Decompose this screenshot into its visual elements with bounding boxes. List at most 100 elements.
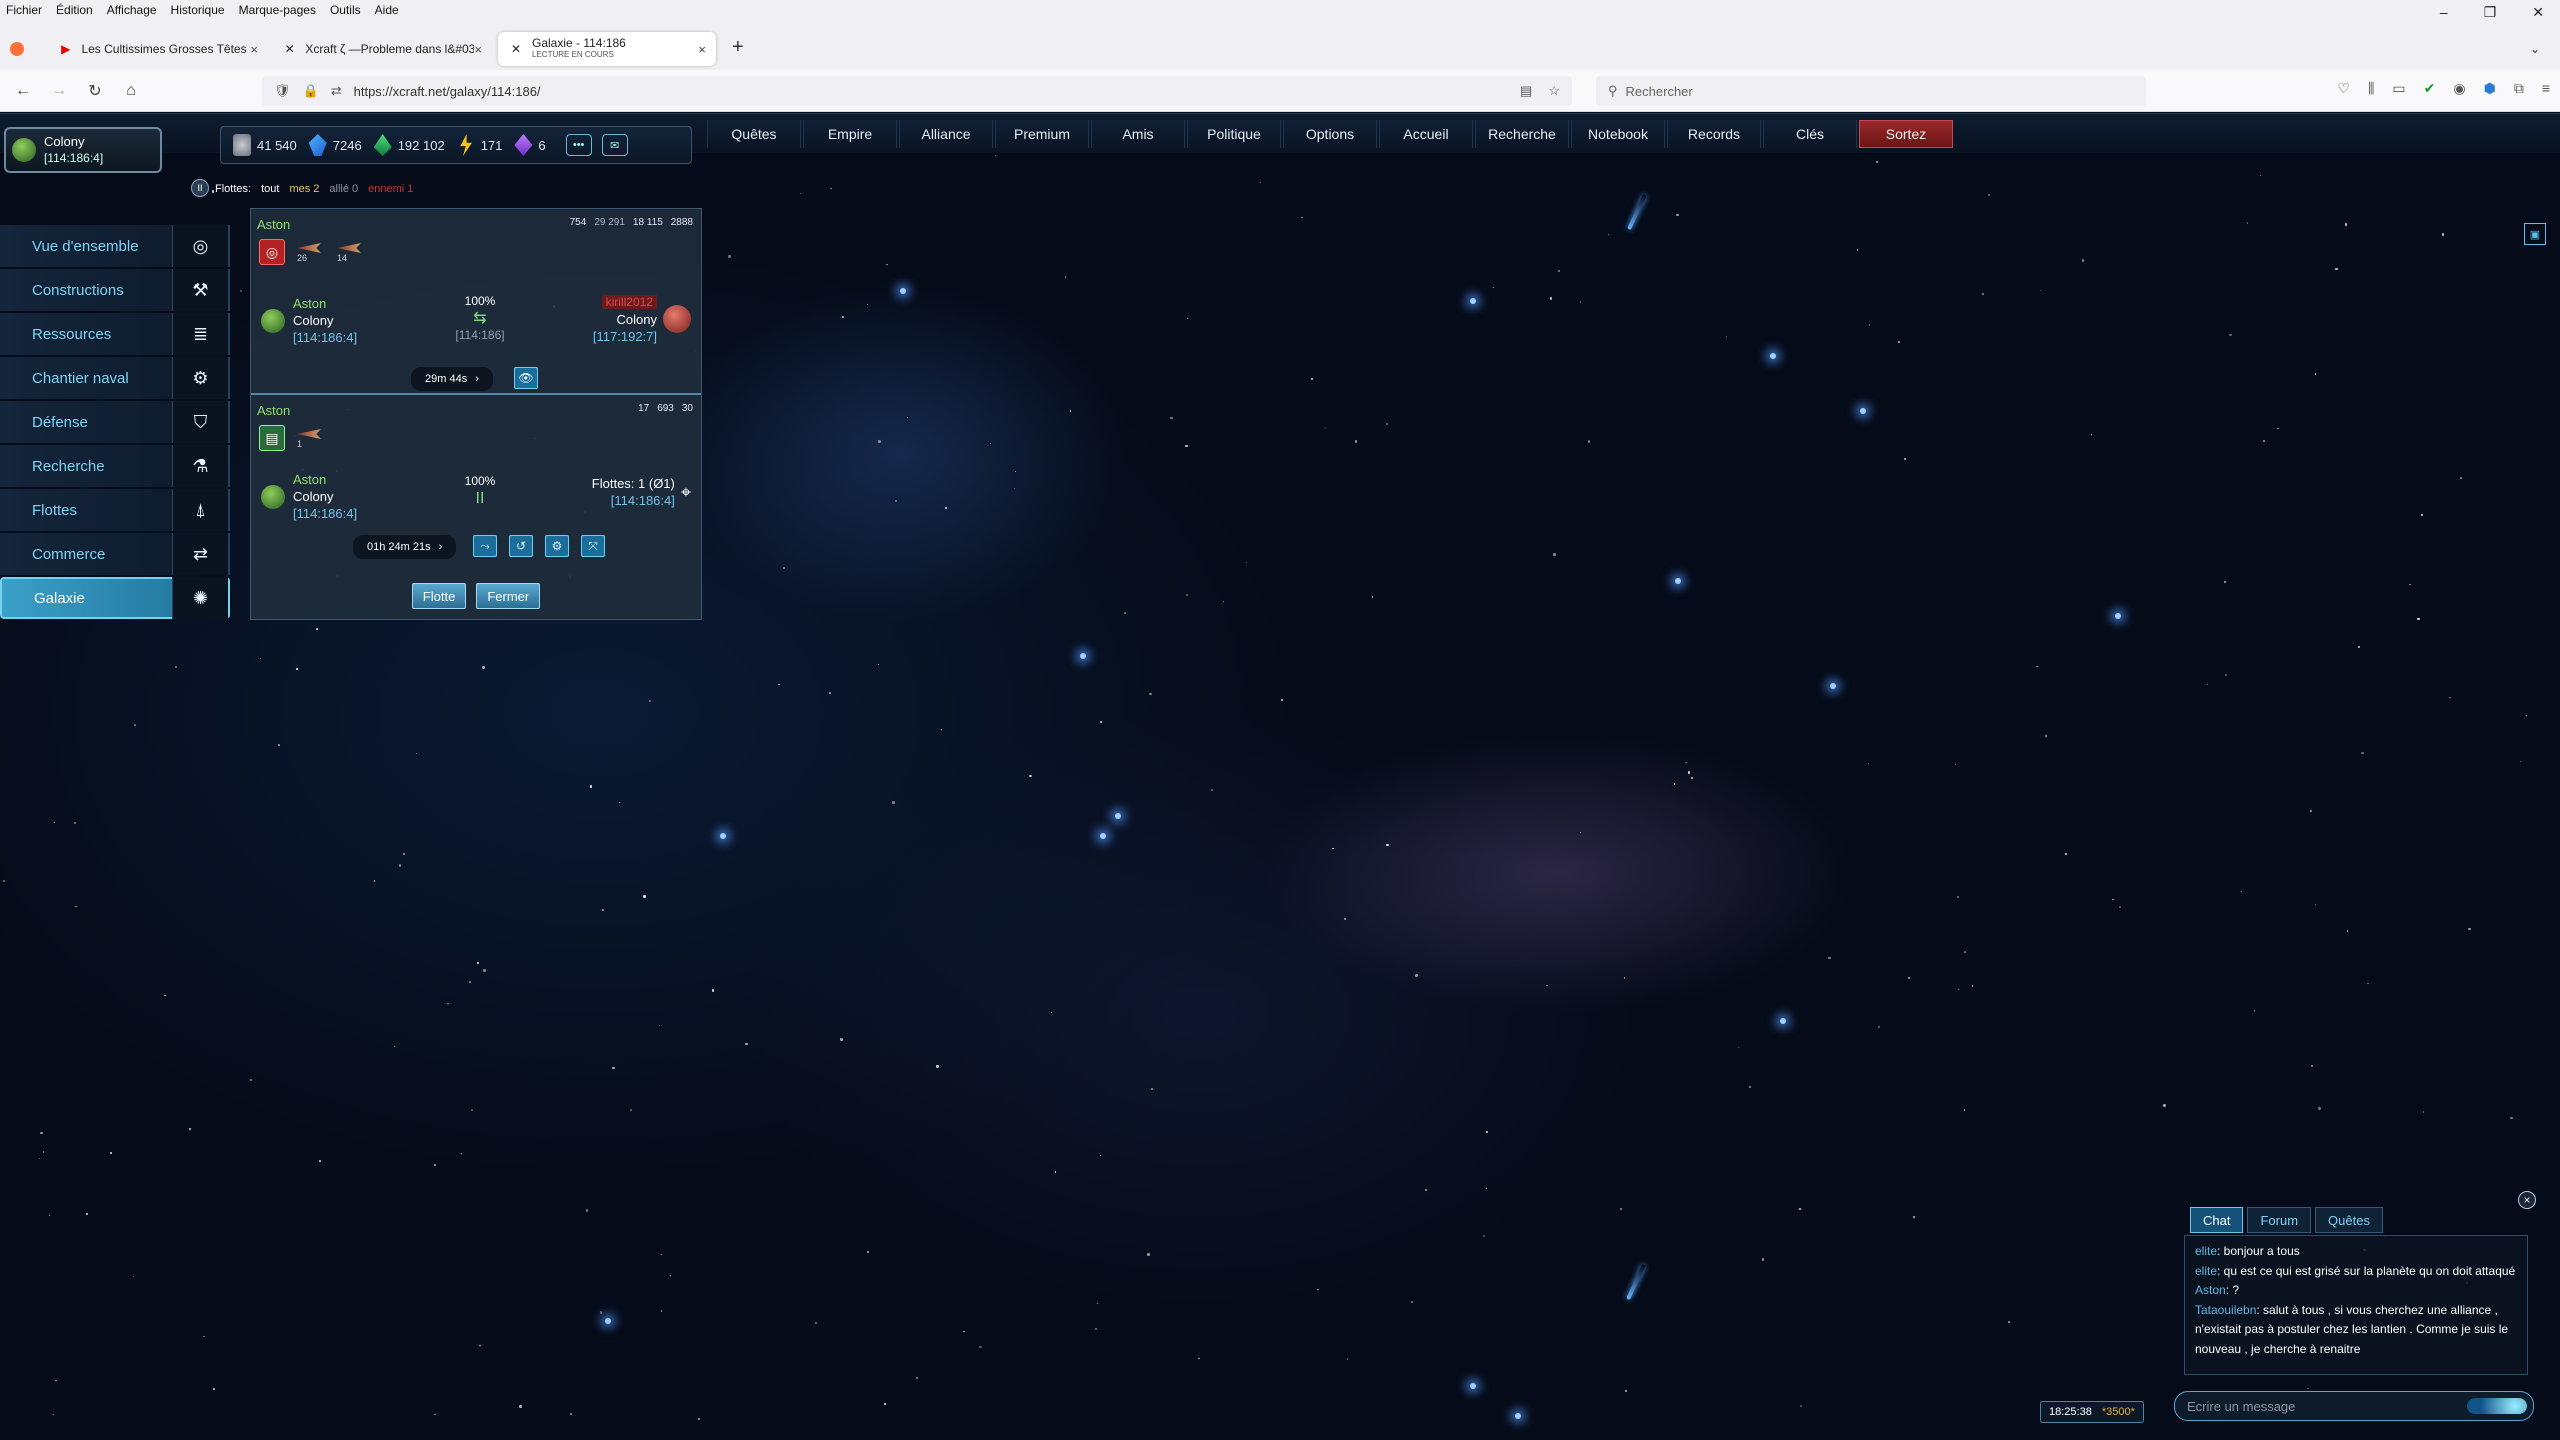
fleet-owner[interactable]: Aston	[257, 403, 290, 418]
message-author[interactable]: elite	[2195, 1244, 2217, 1258]
menu-resources[interactable]: Ressources ≣	[0, 313, 230, 355]
tab-quests[interactable]: Quêtes	[2315, 1207, 2383, 1233]
message-author[interactable]: Tataouilebn	[2195, 1303, 2256, 1317]
permissions-icon[interactable]: ⇄	[331, 83, 342, 99]
close-window-icon[interactable]: ✕	[2532, 4, 2544, 21]
nav-records[interactable]: Records	[1667, 120, 1761, 148]
menu-bookmarks[interactable]: Marque-pages	[239, 3, 316, 17]
filter-enemy[interactable]: ennemi 1	[368, 183, 413, 195]
menu-help[interactable]: Aide	[375, 3, 399, 17]
firefox-view-icon[interactable]	[10, 42, 24, 56]
send-icon[interactable]	[2467, 1398, 2527, 1414]
filter-ally[interactable]: allié 0	[329, 183, 358, 195]
dest-coords[interactable]: [114:186:4]	[592, 492, 675, 509]
nav-alliance[interactable]: Alliance	[899, 120, 993, 148]
darkmatter-resource[interactable]: 6	[514, 134, 546, 156]
url-text[interactable]: https://xcraft.net/galaxy/114:186/	[354, 84, 541, 99]
nav-keys[interactable]: Clés	[1763, 120, 1857, 148]
nav-notebook[interactable]: Notebook	[1571, 120, 1665, 148]
eye-icon[interactable]: 👁	[514, 367, 538, 389]
game-viewport[interactable]: Quêtes Empire Alliance Premium Amis Poli…	[0, 113, 2560, 1440]
fleet-button[interactable]: Flotte	[411, 583, 467, 609]
tab-xcraft-forum[interactable]: ✕ Xcraft ζ —Probleme dans l&#039 ×	[272, 32, 492, 66]
pocket-icon[interactable]: ♡	[2337, 80, 2350, 97]
nav-home[interactable]: Accueil	[1379, 120, 1473, 148]
chat-input[interactable]: Ecrire un message	[2174, 1391, 2534, 1421]
menu-overview[interactable]: Vue d'ensemble ◎	[0, 225, 230, 267]
chat-bubble-icon[interactable]: •••	[565, 134, 592, 156]
menu-shipyard[interactable]: Chantier naval ⚙	[0, 357, 230, 399]
tab-chat[interactable]: Chat	[2190, 1207, 2244, 1233]
pause-button[interactable]: II	[191, 179, 209, 197]
current-planet-selector[interactable]: Colony [114:186:4]	[4, 127, 162, 173]
target-player-badge[interactable]: kirill2012	[601, 295, 657, 309]
origin-coords[interactable]: [114:186:4]	[293, 505, 357, 522]
menu-edit[interactable]: Édition	[56, 3, 93, 17]
back-icon[interactable]: ←	[12, 80, 34, 102]
tab-forum[interactable]: Forum	[2247, 1207, 2312, 1233]
origin-player[interactable]: Aston	[293, 471, 357, 488]
split-icon[interactable]: ⤧	[581, 535, 605, 557]
nav-politics[interactable]: Politique	[1187, 120, 1281, 148]
maximize-icon[interactable]: ❐	[2484, 4, 2497, 21]
extension-check-icon[interactable]: ✔	[2424, 80, 2436, 97]
filter-all[interactable]: tout	[261, 183, 279, 195]
search-input[interactable]: ⚲ Rechercher	[1596, 76, 2146, 106]
chat-messages[interactable]: elite: bonjour a tous elite: qu est ce q…	[2184, 1235, 2528, 1375]
tab-youtube[interactable]: ▶ Les Cultissimes Grosses Têtes # ×	[48, 32, 268, 66]
close-tab-icon[interactable]: ×	[250, 42, 258, 57]
forward-icon[interactable]: →	[48, 80, 70, 102]
shield-icon[interactable]: 🛡	[274, 83, 291, 99]
metal-resource[interactable]: 41 540	[233, 134, 297, 156]
sidebar-icon[interactable]: ▭	[2392, 80, 2405, 97]
nav-friends[interactable]: Amis	[1091, 120, 1185, 148]
crystal-resource[interactable]: 7246	[308, 134, 362, 156]
menu-trade[interactable]: Commerce ⇄	[0, 533, 230, 575]
menu-view[interactable]: Affichage	[107, 3, 157, 17]
origin-coords[interactable]: [114:186:4]	[293, 329, 357, 346]
fleet-entry[interactable]: Aston 17 693 30 ▤ 1 Aston Colony [114:18…	[251, 395, 701, 581]
bookmark-star-icon[interactable]: ☆	[1548, 83, 1560, 99]
message-author[interactable]: elite	[2195, 1264, 2217, 1278]
nav-premium[interactable]: Premium	[995, 120, 1089, 148]
menu-constructions[interactable]: Constructions ⚒	[0, 269, 230, 311]
nav-empire[interactable]: Empire	[803, 120, 897, 148]
close-tab-icon[interactable]: ×	[698, 42, 706, 57]
home-icon[interactable]: ⌂	[120, 80, 142, 102]
menu-fleets[interactable]: Flottes ⍋	[0, 489, 230, 531]
menu-research[interactable]: Recherche ⚗	[0, 445, 230, 487]
menu-tools[interactable]: Outils	[330, 3, 361, 17]
logout-button[interactable]: Sortez	[1859, 120, 1953, 148]
fleet-action-icon[interactable]: ⤳	[473, 535, 497, 557]
reload-icon[interactable]: ↻	[84, 80, 106, 102]
chevron-down-icon[interactable]: ⌄	[2530, 42, 2540, 56]
new-tab-button[interactable]: +	[732, 36, 744, 59]
crosshair-icon[interactable]: ⌖	[681, 482, 691, 503]
lock-icon[interactable]: 🔒	[303, 83, 319, 99]
tab-galaxy[interactable]: ✕ Galaxie - 114:186 LECTURE EN COURS ×	[498, 32, 716, 66]
url-bar[interactable]: 🛡 🔒 ⇄ https://xcraft.net/galaxy/114:186/…	[262, 76, 1572, 106]
deuterium-resource[interactable]: 192 102	[373, 134, 445, 156]
message-author[interactable]: Aston	[2195, 1283, 2226, 1297]
extension-color-icon[interactable]: ⬢	[2484, 80, 2496, 97]
filter-mine[interactable]: mes 2	[289, 183, 319, 195]
reader-view-icon[interactable]: ▤	[1520, 83, 1532, 99]
menu-galaxy[interactable]: Galaxie ✺	[0, 577, 230, 619]
energy-resource[interactable]: 171	[457, 134, 502, 156]
menu-file[interactable]: Fichier	[6, 3, 42, 17]
minimize-icon[interactable]: –	[2440, 4, 2448, 20]
menu-history[interactable]: Historique	[171, 3, 225, 17]
dest-coords[interactable]: [117:192:7]	[593, 328, 657, 345]
fleet-entry[interactable]: Aston 754 29 291 18 115 2888 ◎ 26 14 Ast…	[251, 209, 701, 395]
close-button[interactable]: Fermer	[476, 583, 541, 609]
side-panel-toggle-icon[interactable]: ▣	[2524, 223, 2546, 245]
close-tab-icon[interactable]: ×	[474, 42, 482, 57]
recall-icon[interactable]: ↺	[509, 535, 533, 557]
nav-quests[interactable]: Quêtes	[707, 120, 801, 148]
fleet-owner[interactable]: Aston	[257, 217, 290, 232]
account-icon[interactable]: ◉	[2453, 80, 2465, 97]
app-menu-icon[interactable]: ≡	[2542, 80, 2550, 97]
menu-defense[interactable]: Défense ⛉	[0, 401, 230, 443]
origin-player[interactable]: Aston	[293, 295, 357, 312]
settings-icon[interactable]: ⚙	[545, 535, 569, 557]
